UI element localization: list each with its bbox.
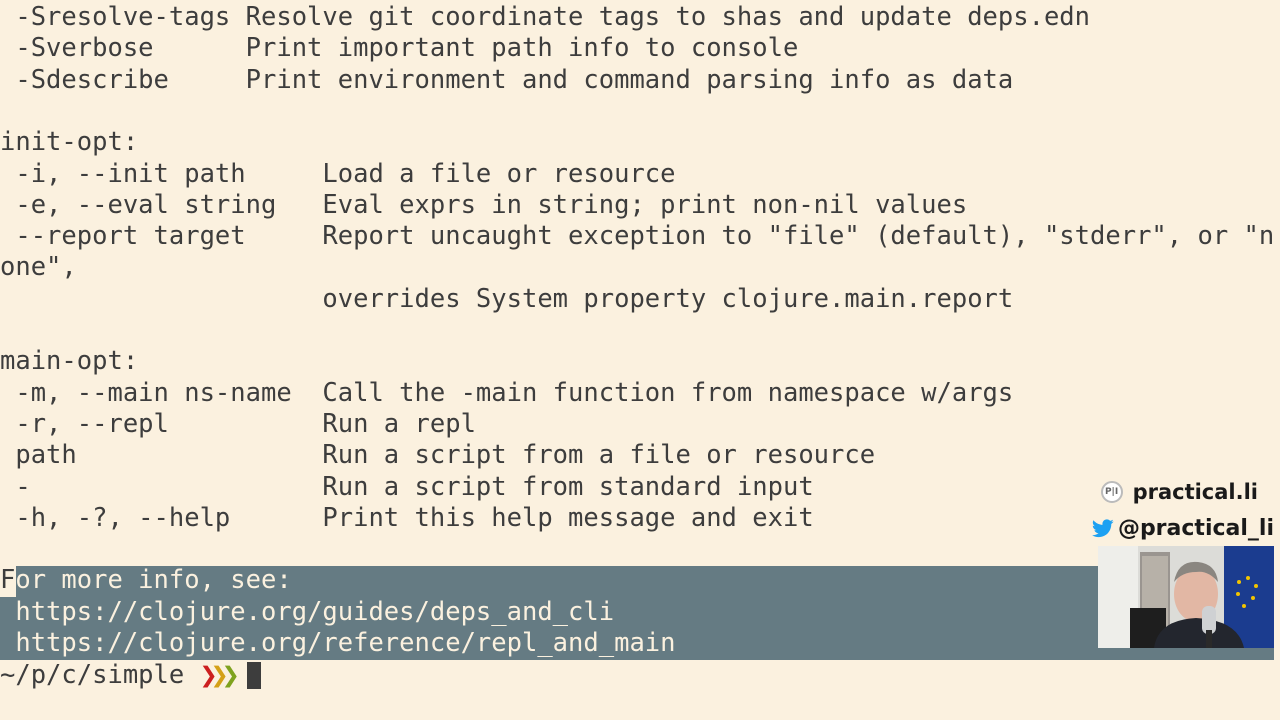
terminal-line: -Sresolve-tags Resolve git coordinate ta… — [0, 2, 1091, 32]
selected-line-link[interactable]: https://clojure.org/guides/deps_and_cli — [0, 597, 614, 628]
terminal-line: path Run a script from a file or resourc… — [0, 440, 876, 471]
brand-badge: P|I practical.li — [1100, 478, 1258, 506]
presenter-video-image — [1098, 546, 1274, 648]
text-cursor — [246, 662, 261, 689]
terminal-line: init-opt: — [0, 127, 139, 158]
terminal-line: -Sdescribe Print environment and command… — [0, 64, 1014, 95]
terminal-window[interactable]: -Sresolve-tags Resolve git coordinate ta… — [0, 0, 1280, 720]
terminal-line: -m, --main ns-name Call the -main functi… — [0, 377, 1014, 408]
brand-name: practical.li — [1132, 480, 1258, 504]
terminal-line: overrides System property clojure.main.r… — [0, 283, 1014, 314]
selected-line-link[interactable]: https://clojure.org/reference/repl_and_m… — [0, 628, 675, 659]
selected-line-heading: For more info, see: — [0, 565, 292, 596]
twitter-badge: @practical_li — [1091, 513, 1274, 543]
webcam-feed — [1098, 546, 1274, 648]
terminal-line: - Run a script from standard input — [0, 471, 814, 502]
prompt-path: ~/p/c/simple — [0, 660, 185, 690]
terminal-line: one", — [0, 252, 77, 283]
terminal-line: -i, --init path Load a file or resource — [0, 158, 676, 189]
terminal-line: -Sverbose Print important path info to c… — [0, 33, 799, 64]
prompt-chevron-icon: ❯ — [221, 658, 240, 693]
terminal-line: -h, -?, --help Print this help message a… — [0, 502, 814, 533]
twitter-bird-icon — [1091, 518, 1114, 537]
terminal-line: main-opt: — [0, 346, 139, 377]
twitter-handle: @practical_li — [1117, 515, 1274, 541]
shell-prompt[interactable]: ~/p/c/simple ❯ ❯ ❯ — [0, 660, 261, 691]
terminal-line: -r, --repl Run a repl — [0, 408, 476, 439]
practicalli-logo-icon: P|I — [1100, 481, 1123, 503]
terminal-line: --report target Report uncaught exceptio… — [0, 221, 1275, 252]
terminal-line: -e, --eval string Eval exprs in string; … — [0, 189, 968, 220]
